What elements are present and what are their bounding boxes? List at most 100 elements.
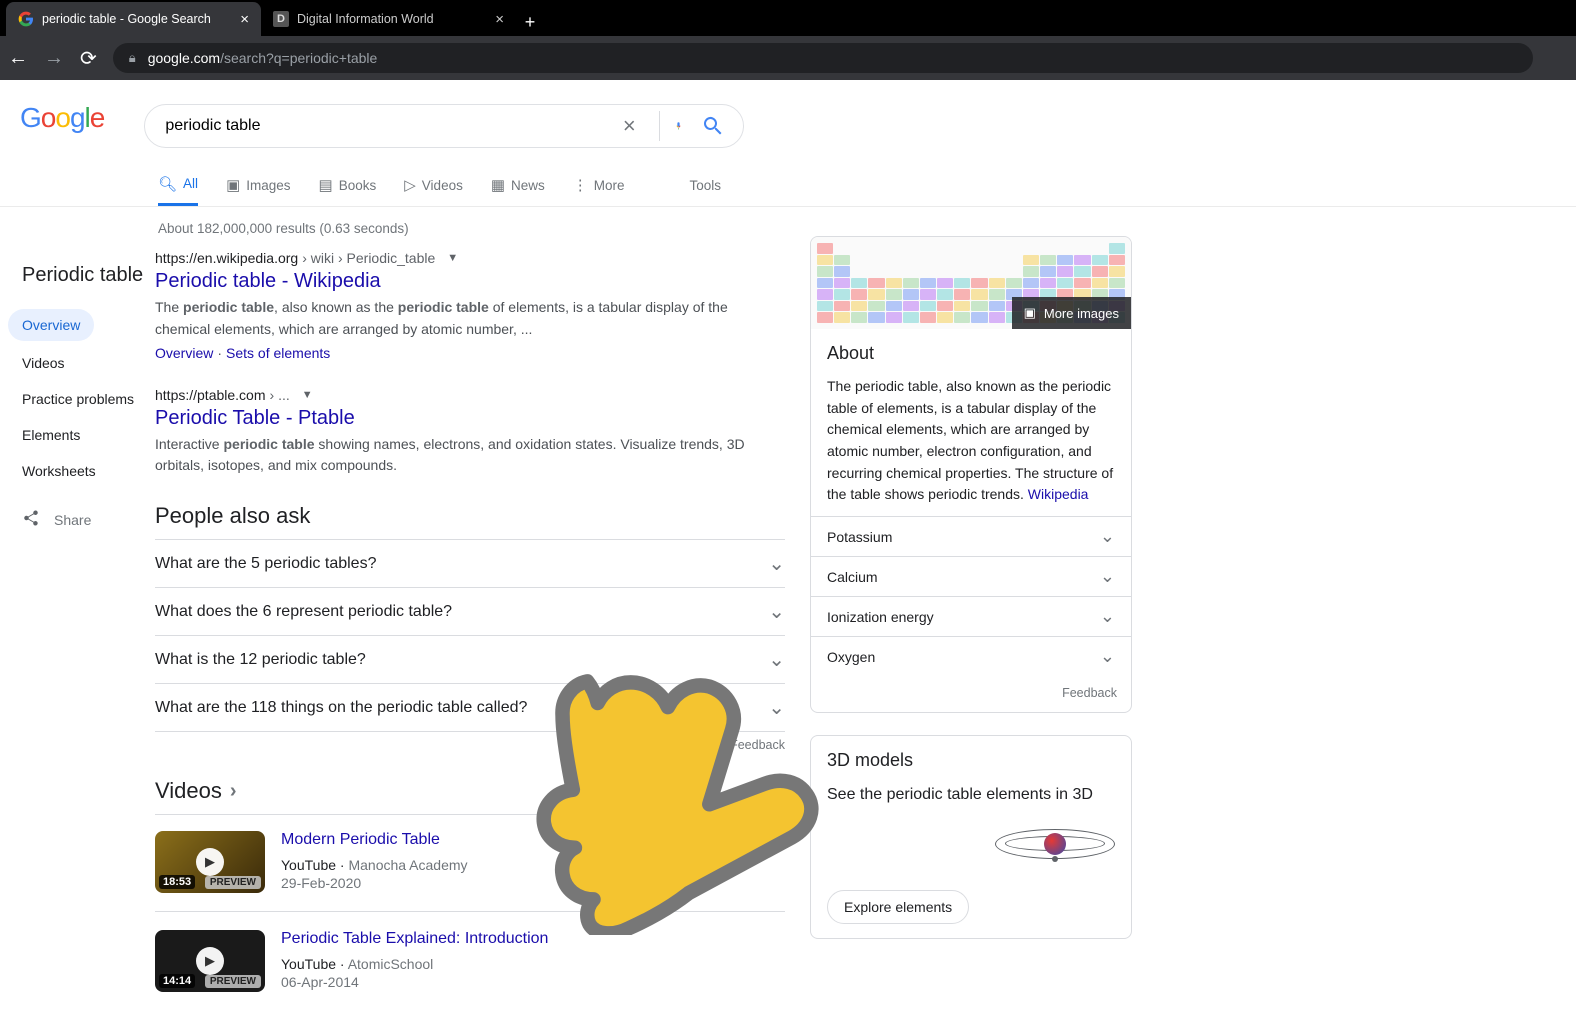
google-favicon — [18, 11, 34, 27]
close-icon[interactable]: × — [495, 11, 504, 28]
tab-more[interactable]: ⋮More — [573, 164, 625, 206]
google-logo[interactable]: Google — [20, 102, 104, 134]
reload-button[interactable]: ⟳ — [80, 46, 97, 71]
search-input[interactable] — [163, 116, 617, 136]
more-images-button[interactable]: ▣ More images — [1012, 297, 1131, 329]
sublink[interactable]: Sets of elements — [226, 345, 330, 361]
result-cite[interactable]: https://en.wikipedia.org › wiki › Period… — [155, 250, 785, 266]
lock-icon: 🔒︎ — [129, 50, 136, 66]
sidebar-item-worksheets[interactable]: Worksheets — [22, 463, 155, 479]
video-result[interactable]: ▶ 14:14 PREVIEW Periodic Table Explained… — [155, 930, 785, 1010]
chevron-right-icon: › — [230, 780, 237, 803]
feedback-link[interactable]: Feedback — [811, 676, 1131, 712]
tab-title: periodic table - Google Search — [42, 12, 232, 26]
video-date: 06-Apr-2014 — [281, 974, 548, 990]
mic-icon[interactable] — [659, 111, 683, 141]
paa-title: People also ask — [155, 503, 785, 529]
video-icon: ▷ — [404, 176, 416, 194]
chevron-down-icon: ⌄ — [768, 551, 785, 576]
result-link[interactable]: Periodic Table - Ptable — [155, 407, 785, 430]
tab-images[interactable]: ▣Images — [226, 164, 290, 206]
back-button[interactable]: ← — [8, 47, 28, 70]
videos-heading[interactable]: Videos› — [155, 778, 785, 804]
video-source: YouTube · Manocha Academy — [281, 857, 468, 873]
kp-row-ionization[interactable]: Ionization energy⌄ — [811, 596, 1131, 636]
kp-row-calcium[interactable]: Calcium⌄ — [811, 556, 1131, 596]
tab-title: Digital Information World — [297, 12, 487, 26]
models-heading: 3D models — [827, 750, 1115, 771]
left-nav: Periodic table Overview Videos Practice … — [0, 250, 155, 1028]
atom-illustration — [995, 814, 1115, 874]
tools-button[interactable]: Tools — [689, 164, 721, 206]
result-cite[interactable]: https://ptable.com › ... ▼ — [155, 387, 785, 403]
browser-chrome: periodic table - Google Search × D Digit… — [0, 0, 1576, 80]
wikipedia-link[interactable]: Wikipedia — [1028, 486, 1089, 502]
address-bar: ← → ⟳ 🔒︎ google.com/search?q=periodic+ta… — [0, 36, 1576, 80]
result-link[interactable]: Periodic table - Wikipedia — [155, 270, 785, 293]
tab-books[interactable]: ▤Books — [319, 164, 377, 206]
paa-question[interactable]: What are the 5 periodic tables?⌄ — [155, 540, 785, 588]
explore-elements-button[interactable]: Explore elements — [827, 890, 969, 924]
video-thumbnail[interactable]: ▶ 14:14 PREVIEW — [155, 930, 265, 992]
chevron-down-icon[interactable]: ▼ — [302, 389, 313, 401]
kp-about-heading: About — [827, 343, 1115, 364]
url-field[interactable]: 🔒︎ google.com/search?q=periodic+table — [113, 43, 1533, 73]
sublink[interactable]: Overview — [155, 345, 213, 361]
search-result: https://ptable.com › ... ▼ Periodic Tabl… — [155, 387, 785, 478]
news-icon: ▦ — [491, 176, 505, 194]
image-icon: ▣ — [226, 176, 240, 194]
kp-image[interactable]: ▣ More images — [811, 237, 1131, 329]
result-snippet: Interactive periodic table showing names… — [155, 434, 785, 478]
people-also-ask: What are the 5 periodic tables?⌄ What do… — [155, 539, 785, 732]
topic-title: Periodic table — [22, 264, 155, 287]
share-icon — [22, 509, 40, 530]
kp-row-oxygen[interactable]: Oxygen⌄ — [811, 636, 1131, 676]
close-icon[interactable]: × — [240, 11, 249, 28]
video-duration: 18:53 — [159, 875, 195, 889]
search-icon[interactable] — [701, 114, 725, 138]
video-title[interactable]: Modern Periodic Table — [281, 831, 468, 849]
paa-question[interactable]: What does the 6 represent periodic table… — [155, 588, 785, 636]
video-duration: 14:14 — [159, 974, 195, 988]
search-form: × — [144, 104, 744, 148]
forward-button[interactable]: → — [44, 47, 64, 70]
chevron-down-icon: ⌄ — [768, 695, 785, 720]
image-icon: ▣ — [1024, 305, 1036, 321]
tab-all[interactable]: 🔍︎All — [158, 164, 198, 206]
chevron-down-icon[interactable]: ▼ — [447, 252, 458, 264]
sidebar-item-elements[interactable]: Elements — [22, 427, 155, 443]
browser-tab[interactable]: D Digital Information World × — [261, 2, 516, 36]
paa-question[interactable]: What is the 12 periodic table?⌄ — [155, 636, 785, 684]
tab-news[interactable]: ▦News — [491, 164, 545, 206]
video-result[interactable]: ▶ 18:53 PREVIEW Modern Periodic Table Yo… — [155, 831, 785, 912]
tab-strip: periodic table - Google Search × D Digit… — [0, 0, 1576, 36]
chevron-down-icon: ⌄ — [1100, 646, 1115, 667]
paa-question[interactable]: What are the 118 things on the periodic … — [155, 684, 785, 732]
search-icon: 🔍︎ — [158, 175, 177, 193]
kp-row-potassium[interactable]: Potassium⌄ — [811, 516, 1131, 556]
site-favicon: D — [273, 11, 289, 27]
result-stats: About 182,000,000 results (0.63 seconds) — [0, 207, 1576, 250]
video-thumbnail[interactable]: ▶ 18:53 PREVIEW — [155, 831, 265, 893]
preview-badge: PREVIEW — [205, 975, 261, 988]
sidebar-item-practice[interactable]: Practice problems — [22, 391, 155, 407]
search-result: https://en.wikipedia.org › wiki › Period… — [155, 250, 785, 361]
sidebar-item-overview[interactable]: Overview — [8, 309, 94, 341]
clear-icon[interactable]: × — [617, 114, 641, 138]
chevron-down-icon: ⌄ — [1100, 526, 1115, 547]
search-filter-row: 🔍︎All ▣Images ▤Books ▷Videos ▦News ⋮More… — [0, 164, 1576, 207]
feedback-link[interactable]: Feedback — [155, 738, 785, 752]
book-icon: ▤ — [319, 176, 333, 194]
chevron-down-icon: ⌄ — [768, 647, 785, 672]
tab-videos[interactable]: ▷Videos — [404, 164, 463, 206]
knowledge-panel: ▣ More images About The periodic table, … — [810, 236, 1132, 1028]
video-title[interactable]: Periodic Table Explained: Introduction — [281, 930, 548, 948]
play-icon: ▶ — [196, 848, 224, 876]
browser-tab-active[interactable]: periodic table - Google Search × — [6, 2, 261, 36]
share-button[interactable]: Share — [22, 509, 155, 530]
new-tab-button[interactable]: + — [516, 8, 544, 36]
more-icon: ⋮ — [573, 176, 588, 194]
result-sublinks: Overview·Sets of elements — [155, 345, 785, 361]
sidebar-item-videos[interactable]: Videos — [22, 355, 155, 371]
video-date: 29-Feb-2020 — [281, 875, 468, 891]
